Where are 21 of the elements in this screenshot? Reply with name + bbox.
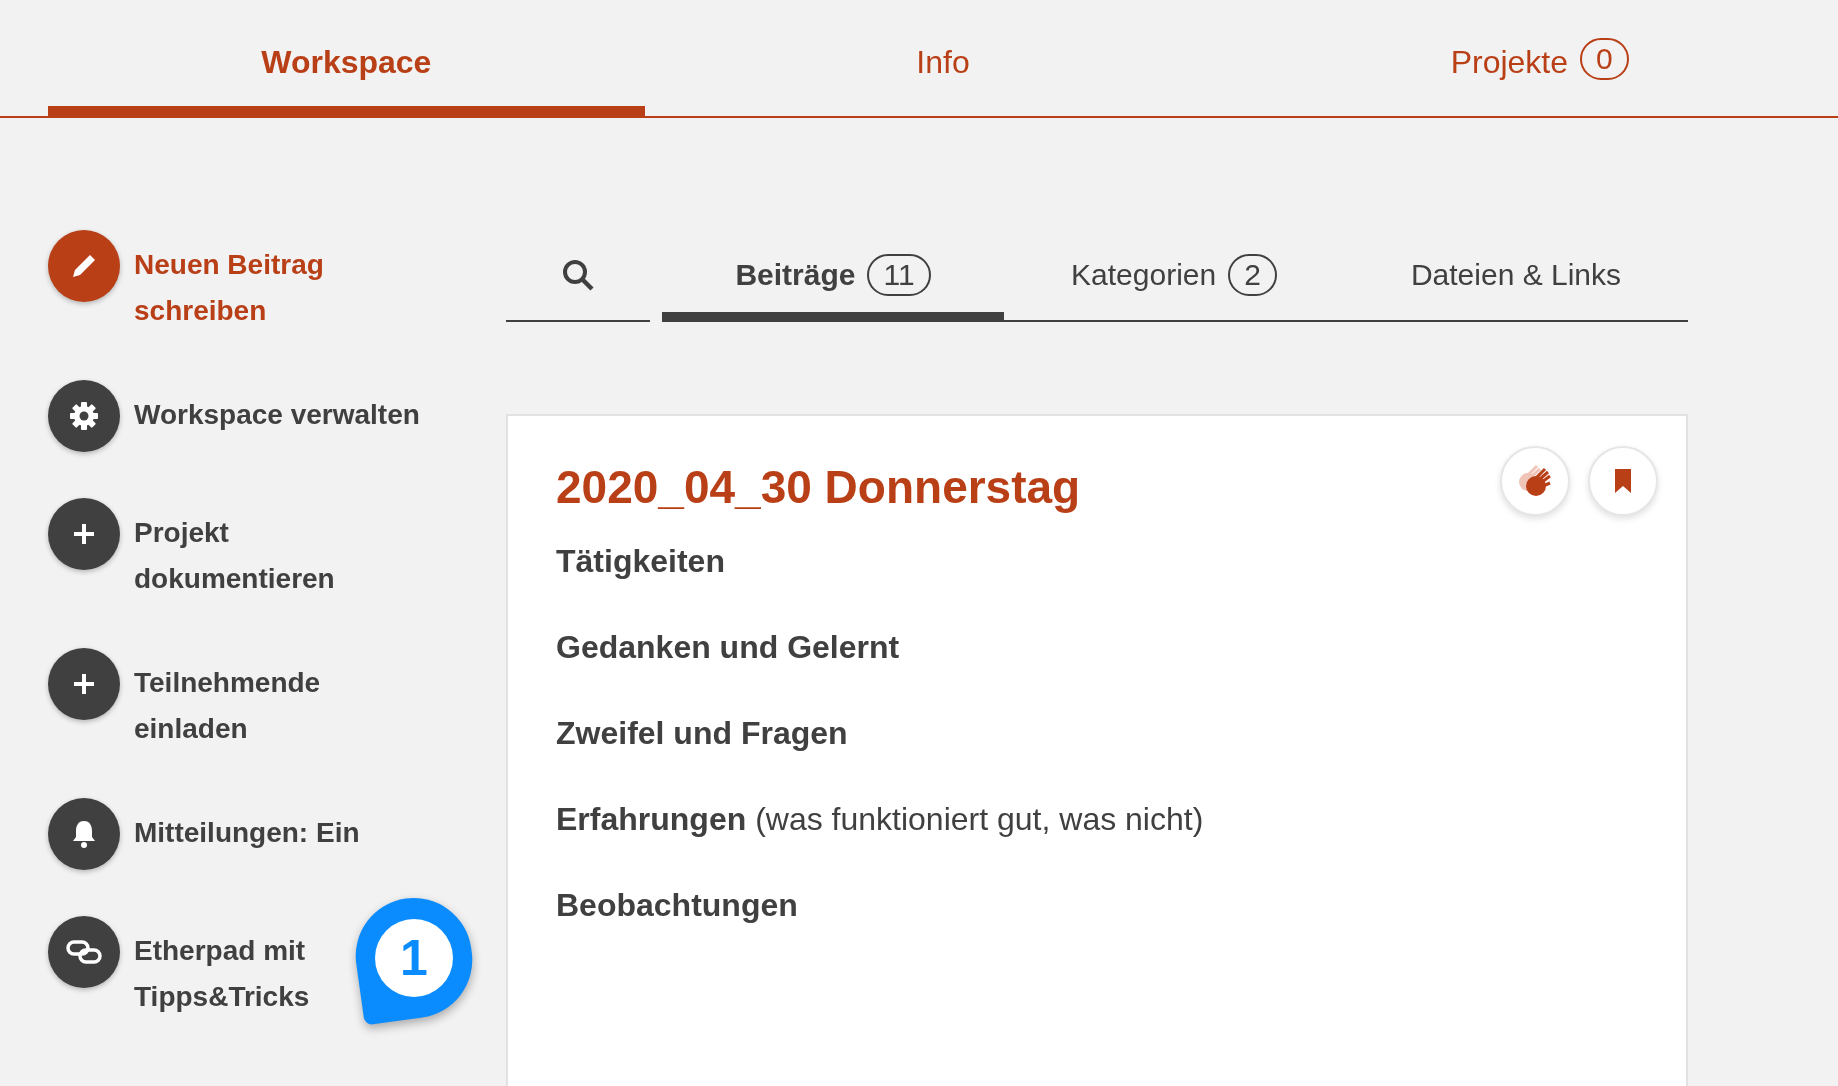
tab[interactable]: Dateien & Links [1344,230,1688,322]
tab[interactable]: Beiträge 11 [662,230,1004,322]
tab[interactable]: Info [644,0,1242,118]
sidebar-item[interactable]: Neuen Beitrag schreiben [48,230,349,334]
section-heading: Erfahrungen (was funktioniert gut, was nicht) [556,800,1205,839]
sidebar-item[interactable]: Workspace verwalten [48,380,420,452]
sidebar-item[interactable]: Etherpad mit Tipps&Tricks [48,916,349,1020]
count-badge: 11 [867,254,931,296]
section-heading: Beobachtungen [556,886,799,925]
sidebar-item[interactable]: Mitteilungen: Ein [48,798,360,870]
count-badge: 2 [1228,254,1277,296]
tab[interactable]: Workspace [48,0,645,118]
section-heading: Zweifel und Fragen [556,714,849,753]
section-heading: Gedanken und Gelernt [556,628,901,667]
sidebar-item[interactable]: Projekt dokumentieren [48,498,349,602]
sidebar-item[interactable]: Teilnehmende einladen [48,648,349,752]
section-heading: Tätigkeiten [556,542,726,581]
post-title: 2020_04_30 Donnerstag [556,460,1081,514]
count-badge: 0 [1580,38,1629,80]
tab[interactable]: Kategorien 2 [1004,230,1344,322]
tab[interactable]: Projekte 0 [1241,0,1838,118]
